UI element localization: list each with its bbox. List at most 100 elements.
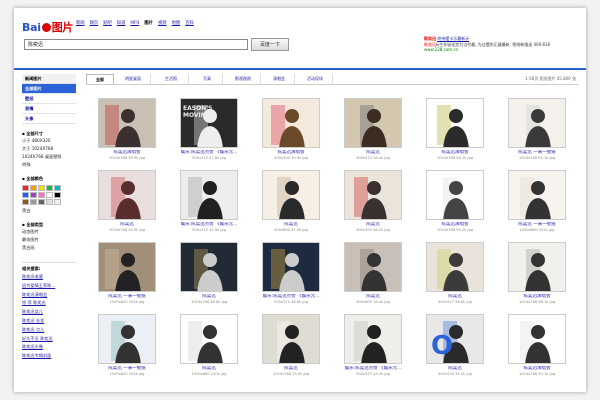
color-swatch-5[interactable] xyxy=(22,192,29,198)
tab-1[interactable]: 明星桌面 xyxy=(116,74,151,84)
related-link-3[interactable]: 徐 菲 陈奕迅 xyxy=(22,299,76,308)
sidebar-item-2[interactable]: 壁纸 xyxy=(22,94,76,104)
color-bw-option[interactable]: 黑白 xyxy=(22,207,76,215)
color-swatch-4[interactable] xyxy=(54,185,61,191)
result-thumbnail[interactable]: 娱乐:陈奕迅点赞 《娱乐元... 500x375 43.9k jpg xyxy=(180,170,238,240)
color-swatch-3[interactable] xyxy=(46,185,53,191)
related-link-8[interactable]: 陈奕迅头像 xyxy=(22,343,76,352)
thumbnail-image[interactable] xyxy=(426,242,484,292)
thumbnail-image[interactable] xyxy=(98,314,156,364)
search-input[interactable]: 陈奕迅 xyxy=(24,39,248,50)
sidebar-item-0[interactable]: 新闻图片 xyxy=(22,74,76,84)
type-option-1[interactable]: 静态图片 xyxy=(22,236,76,244)
thumbnail-image[interactable]: O xyxy=(426,314,484,364)
result-thumbnail[interactable]: 陈奕迅 1024x768 48.8k jpg xyxy=(180,242,238,312)
result-thumbnail[interactable]: 陈奕迅演唱会 1024x768 39.9k jpg xyxy=(98,98,156,168)
result-thumbnail[interactable]: 陈奕迅 400x600 41.4k jpg xyxy=(262,170,320,240)
related-link-2[interactable]: 陈奕迅演唱会 xyxy=(22,291,76,300)
search-button[interactable]: 百度一下 xyxy=(251,38,289,51)
result-thumbnail[interactable]: 陈奕迅 400x393 46.2k jpg xyxy=(344,170,402,240)
size-option-0[interactable]: 小于 480X320 xyxy=(22,137,76,145)
thumbnail-image[interactable] xyxy=(98,170,156,220)
result-thumbnail[interactable]: 娱乐:陈奕迅点赞 《娱乐元... 500x375 43.4k jpg xyxy=(344,314,402,384)
result-thumbnail[interactable]: 陈奕迅 一来一壁纸 1000x800 202k jpg xyxy=(508,170,566,240)
color-swatch-0[interactable] xyxy=(22,185,29,191)
type-option-2[interactable]: 黑白画 xyxy=(22,244,76,252)
thumbnail-image[interactable] xyxy=(508,98,566,148)
related-link-4[interactable]: 陈奕迅女儿 xyxy=(22,308,76,317)
thumbnail-image[interactable]: EASON'S MOVING xyxy=(180,98,238,148)
nav-link-3[interactable]: 知道 xyxy=(117,21,126,26)
thumbnail-image[interactable] xyxy=(180,314,238,364)
size-option-2[interactable]: 1024X768 桌面壁纸 xyxy=(22,153,76,161)
thumbnail-image[interactable] xyxy=(262,242,320,292)
result-thumbnail[interactable]: 陈奕迅 400x600 16.4k jpg xyxy=(344,242,402,312)
result-thumbnail[interactable]: O 陈奕迅 400x533 35.2k jpg xyxy=(426,314,484,384)
thumbnail-image[interactable] xyxy=(344,170,402,220)
color-swatch-8[interactable] xyxy=(46,192,53,198)
thumbnail-image[interactable] xyxy=(262,170,320,220)
result-thumbnail[interactable]: 陈奕迅 1000x800 210k jpg xyxy=(180,314,238,384)
thumbnail-image[interactable] xyxy=(426,98,484,148)
size-option-3[interactable]: 特殊 xyxy=(22,161,76,169)
nav-link-2[interactable]: 贴吧 xyxy=(103,21,112,26)
related-link-7[interactable]: 好久不见 陈奕迅 xyxy=(22,335,76,344)
size-option-1[interactable]: 大于 1024X768 xyxy=(22,145,76,153)
nav-link-7[interactable]: 地图 xyxy=(172,21,181,26)
nav-link-4[interactable]: MP3 xyxy=(130,21,139,26)
tab-4[interactable]: 影视剧照 xyxy=(226,74,261,84)
result-thumbnail[interactable]: 陈奕迅 400x415 16.4k jpg xyxy=(344,98,402,168)
result-thumbnail[interactable]: 陈奕迅 400x517 96.6k jpg xyxy=(426,242,484,312)
nav-link-1[interactable]: 网页 xyxy=(90,21,99,26)
thumbnail-image[interactable] xyxy=(508,314,566,364)
related-link-9[interactable]: 陈奕迅专辑封面 xyxy=(22,352,76,361)
color-swatch-6[interactable] xyxy=(30,192,37,198)
thumbnail-image[interactable] xyxy=(344,314,402,364)
result-thumbnail[interactable]: 陈奕迅 一来一壁纸 1000x800 202k jpg xyxy=(98,242,156,312)
tab-6[interactable]: 活动现场 xyxy=(298,74,333,84)
sidebar-item-3[interactable]: 表情 xyxy=(22,104,76,114)
ad-url[interactable]: www.228.com.cn xyxy=(424,47,584,53)
thumbnail-image[interactable] xyxy=(98,242,156,292)
thumbnail-image[interactable] xyxy=(180,170,238,220)
result-thumbnail[interactable]: 陈奕迅演唱会 1024x768 50.1k jpg xyxy=(508,314,566,384)
nav-link-6[interactable]: 视频 xyxy=(158,21,167,26)
nav-link-5[interactable]: 图片 xyxy=(144,21,153,26)
thumbnail-image[interactable] xyxy=(262,98,320,148)
result-thumbnail[interactable]: EASON'S MOVING 娱乐:陈奕迅点赞 《娱乐元... 500x375 47… xyxy=(180,98,238,168)
result-thumbnail[interactable]: 娱乐:陈奕迅点赞 《娱乐元... 500x375 48.6k jpg xyxy=(262,242,320,312)
related-link-5[interactable]: 陈奕迅 长发 xyxy=(22,317,76,326)
color-swatch-14[interactable] xyxy=(54,199,61,205)
color-swatch-1[interactable] xyxy=(30,185,37,191)
result-thumbnail[interactable]: 陈奕迅 一来一壁纸 1024x768 61.1k jpg xyxy=(508,98,566,168)
color-swatch-7[interactable] xyxy=(38,192,45,198)
result-thumbnail[interactable]: 陈奕迅 一来一壁纸 1000x800 202k jpg xyxy=(98,314,156,384)
result-thumbnail[interactable]: 陈奕迅 1024x768 25.9k jpg xyxy=(262,314,320,384)
thumbnail-image[interactable] xyxy=(98,98,156,148)
sidebar-item-4[interactable]: 头像 xyxy=(22,114,76,124)
thumbnail-image[interactable] xyxy=(180,242,238,292)
color-swatch-13[interactable] xyxy=(46,199,53,205)
result-thumbnail[interactable]: 陈奕迅 1024x768 34.9k jpg xyxy=(98,170,156,240)
tab-3[interactable]: 写真 xyxy=(192,74,223,84)
type-option-0[interactable]: 动态图片 xyxy=(22,228,76,236)
color-swatch-2[interactable] xyxy=(38,185,45,191)
thumbnail-image[interactable] xyxy=(508,242,566,292)
result-thumbnail[interactable]: 陈奕迅演唱会 1024x768 98.1k jpg xyxy=(508,242,566,312)
related-link-0[interactable]: 陈奕迅老婆 xyxy=(22,273,76,282)
tab-5[interactable]: 演唱会 xyxy=(264,74,295,84)
thumbnail-image[interactable] xyxy=(344,242,402,292)
tab-2[interactable]: 生活照 xyxy=(154,74,189,84)
color-swatch-12[interactable] xyxy=(38,199,45,205)
nav-link-0[interactable]: 新闻 xyxy=(76,21,85,26)
related-link-1[interactable]: 因为爱情王菲陈... xyxy=(22,282,76,291)
sidebar-item-1[interactable]: 全部图片 xyxy=(22,84,76,94)
nav-link-8[interactable]: 百科 xyxy=(185,21,194,26)
thumbnail-image[interactable] xyxy=(344,98,402,148)
baidu-logo[interactable]: Bai 图片 xyxy=(22,19,73,35)
color-swatch-11[interactable] xyxy=(30,199,37,205)
thumbnail-image[interactable] xyxy=(508,170,566,220)
thumbnail-image[interactable] xyxy=(262,314,320,364)
color-swatch-10[interactable] xyxy=(22,199,29,205)
color-swatch-9[interactable] xyxy=(54,192,61,198)
